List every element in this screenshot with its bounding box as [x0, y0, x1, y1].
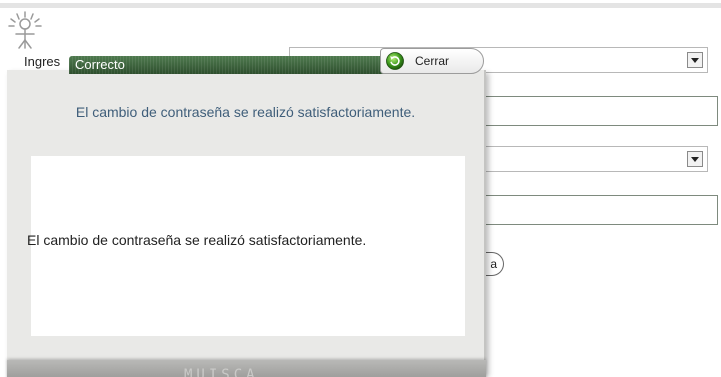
dialog-content-text: El cambio de contraseña se realizó satis… — [27, 232, 367, 248]
dialog-message: El cambio de contraseña se realizó satis… — [75, 104, 416, 120]
dialog-content-box: El cambio de contraseña se realizó satis… — [27, 156, 465, 336]
dialog-title: Correcto — [75, 57, 125, 72]
dialog-body: El cambio de contraseña se realizó satis… — [7, 70, 486, 377]
top-bar — [0, 3, 721, 8]
footer-logo: MUISCA — [184, 367, 259, 377]
chevron-down-icon[interactable] — [687, 151, 703, 167]
close-button[interactable]: Cerrar — [380, 48, 484, 74]
close-button-label: Cerrar — [415, 54, 450, 68]
chevron-down-icon[interactable] — [687, 52, 703, 68]
dialog-footer: MUISCA — [7, 360, 486, 377]
screen: Ingres a El cambio de contraseña se real… — [0, 0, 721, 377]
sun-figure-logo-icon — [8, 11, 42, 49]
success-dialog: El cambio de contraseña se realizó satis… — [7, 48, 490, 377]
green-circle-arrow-icon — [386, 52, 404, 70]
